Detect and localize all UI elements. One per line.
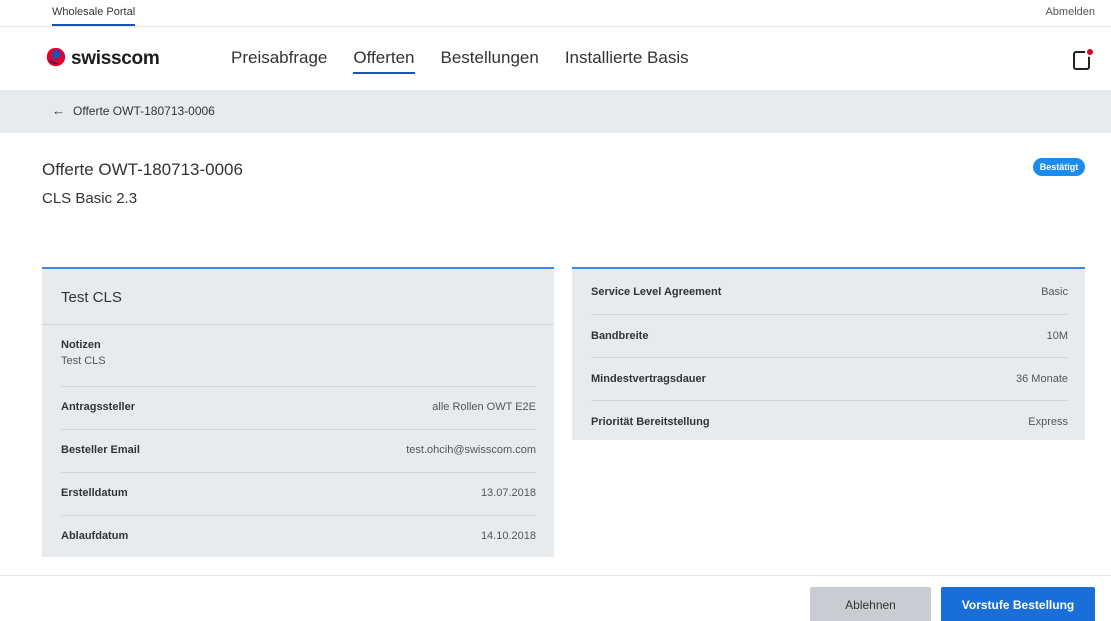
- footer-divider: [0, 575, 1111, 576]
- logout-link[interactable]: Abmelden: [1045, 6, 1095, 18]
- detail-row-antragssteller: Antragssteller alle Rollen OWT E2E: [61, 386, 536, 429]
- notes-section: Notizen Test CLS: [61, 339, 106, 367]
- utility-bar: Wholesale Portal Abmelden: [0, 0, 1111, 27]
- main-nav: swisscom Preisabfrage Offerten Bestellun…: [0, 28, 1111, 90]
- detail-value: alle Rollen OWT E2E: [432, 401, 536, 413]
- nav-links: Preisabfrage Offerten Bestellungen Insta…: [231, 48, 715, 74]
- breadcrumb: ← Offerte OWT-180713-0006: [0, 90, 1111, 133]
- detail-value: test.ohcih@swisscom.com: [406, 444, 536, 456]
- card-title: Test CLS: [61, 289, 122, 306]
- service-value: Express: [1028, 416, 1068, 428]
- service-row-bandbreite: Bandbreite 10M: [591, 314, 1068, 357]
- swisscom-logo-icon: [45, 46, 67, 73]
- back-link[interactable]: ← Offerte OWT-180713-0006: [52, 103, 215, 118]
- divider: [42, 324, 554, 325]
- detail-label: Ablaufdatum: [61, 530, 129, 542]
- service-label: Priorität Bereitstellung: [591, 416, 710, 428]
- notification-dot: [1085, 47, 1095, 57]
- detail-value: 14.10.2018: [480, 530, 536, 542]
- service-details-card: Service Level Agreement Basic Bandbreite…: [572, 267, 1085, 440]
- notes-value: Test CLS: [61, 355, 106, 367]
- service-value: 36 Monate: [1016, 373, 1068, 385]
- service-row-sla: Service Level Agreement Basic: [591, 271, 1068, 314]
- arrow-left-icon: ←: [52, 103, 65, 118]
- breadcrumb-label: Offerte OWT-180713-0006: [73, 103, 215, 118]
- nav-item-offerten[interactable]: Offerten: [353, 48, 415, 74]
- brand-name: swisscom: [71, 48, 160, 69]
- detail-label: Antragssteller: [61, 401, 135, 413]
- detail-row-ablaufdatum: Ablaufdatum 14.10.2018: [61, 515, 536, 558]
- detail-label: Erstelldatum: [61, 487, 128, 499]
- service-label: Mindestvertragsdauer: [591, 373, 706, 385]
- detail-label: Besteller Email: [61, 444, 140, 456]
- service-row-prioritaet: Priorität Bereitstellung Express: [591, 400, 1068, 443]
- nav-item-bestellungen[interactable]: Bestellungen: [441, 48, 539, 74]
- service-value: 10M: [1046, 330, 1068, 342]
- reject-button[interactable]: Ablehnen: [810, 587, 931, 621]
- service-row-mindestvertragsdauer: Mindestvertragsdauer 36 Monate: [591, 357, 1068, 400]
- nav-item-installierte-basis[interactable]: Installierte Basis: [565, 48, 689, 74]
- notification-icon[interactable]: [1073, 46, 1097, 70]
- pre-order-button[interactable]: Vorstufe Bestellung: [941, 587, 1095, 621]
- page-title: Offerte OWT-180713-0006: [42, 160, 243, 179]
- detail-row-erstelldatum: Erstelldatum 13.07.2018: [61, 472, 536, 515]
- portal-link[interactable]: Wholesale Portal: [52, 6, 136, 26]
- service-value: Basic: [1041, 286, 1068, 298]
- nav-item-preisabfrage[interactable]: Preisabfrage: [231, 48, 327, 74]
- detail-row-besteller-email: Besteller Email test.ohcih@swisscom.com: [61, 429, 536, 472]
- page-subtitle: CLS Basic 2.3: [42, 190, 138, 207]
- service-label: Bandbreite: [591, 330, 649, 342]
- status-badge: Bestätigt: [1033, 158, 1085, 176]
- offer-details-card: Test CLS Notizen Test CLS Antragssteller…: [42, 267, 554, 557]
- notes-label: Notizen: [61, 339, 101, 351]
- service-label: Service Level Agreement: [591, 286, 722, 298]
- brand-logo[interactable]: swisscom: [45, 46, 160, 73]
- detail-value: 13.07.2018: [480, 487, 536, 499]
